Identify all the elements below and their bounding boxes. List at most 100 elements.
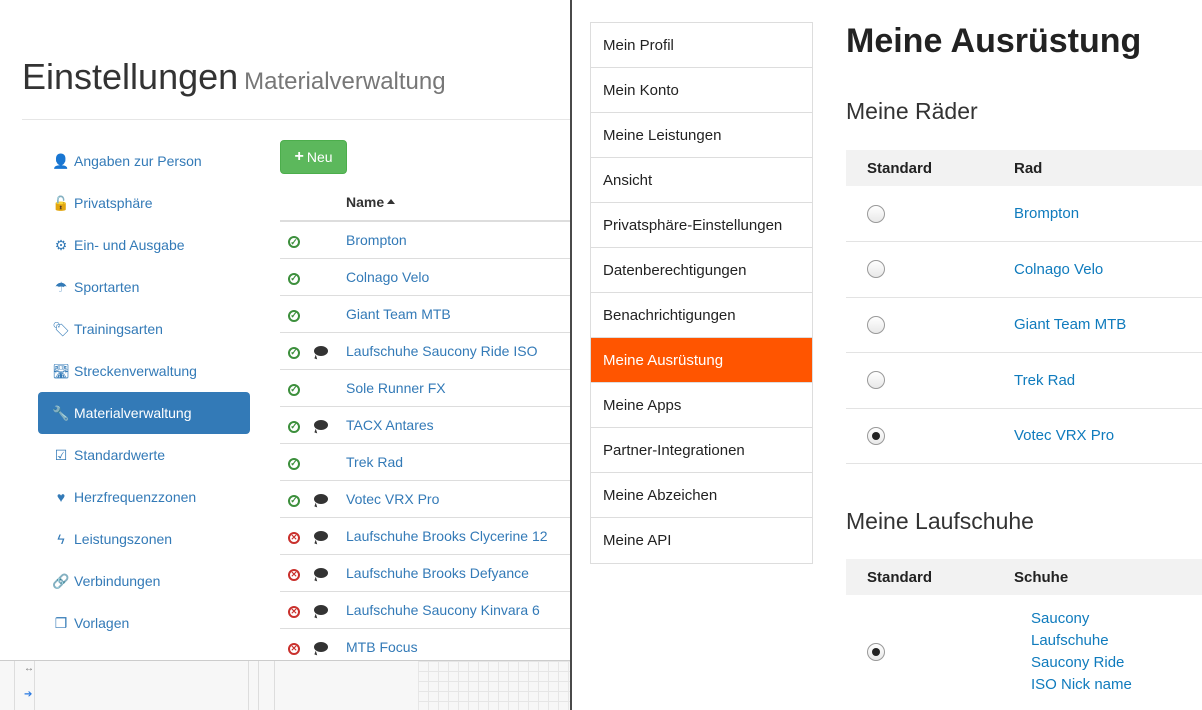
material-name-link[interactable]: TACX Antares (346, 405, 570, 443)
status-cell: ✓ (280, 479, 306, 517)
devtools-panel: ↔ ➔ (0, 660, 570, 710)
check-circle-icon: ✓ (288, 457, 300, 470)
devtools-column-divider (14, 661, 15, 710)
menu-item[interactable]: Datenberechtigungen (591, 248, 812, 293)
nav-item-label: Vorlagen (74, 615, 130, 631)
resize-arrow-icon[interactable]: ↔ (24, 663, 34, 674)
menu-item[interactable]: Privatsphäre-Einstellungen (591, 203, 812, 248)
default-bike-radio[interactable] (867, 426, 885, 445)
check-circle-icon: ✓ (288, 494, 300, 507)
table-row: ✓ TACX Antares (280, 405, 570, 443)
plus-icon: + (294, 148, 304, 165)
material-name-link[interactable]: Colnago Velo (346, 257, 570, 295)
account-settings-menu: Mein Profil Mein Konto Meine Leistungen Ans… (590, 22, 813, 564)
bike-name-link[interactable]: Votec VRX Pro (1014, 408, 1202, 464)
devtools-column-divider (34, 661, 35, 710)
bike-name-link[interactable]: Giant Team MTB (1014, 297, 1202, 353)
nav-item-gears[interactable]: ⚙ Ein- und Ausgabe (38, 224, 250, 266)
nav-item-tag[interactable]: 🏷 Trainingsarten (38, 308, 250, 350)
bikes-default-header: Standard (846, 150, 1014, 186)
wrench-icon: 🔧 (52, 404, 70, 421)
comment-icon (314, 493, 328, 504)
shoes-section-title: Meine Laufschuhe (846, 508, 1034, 534)
bike-name-link[interactable]: Brompton (1014, 186, 1202, 242)
name-column-header[interactable]: Name (346, 184, 570, 222)
table-header-row: Name (280, 184, 570, 222)
nav-item-parachute[interactable]: ☂ Sportarten (38, 266, 250, 308)
default-bike-radio[interactable] (867, 204, 885, 223)
default-bike-radio[interactable] (867, 260, 885, 279)
comment-cell (306, 331, 346, 369)
default-cell (846, 408, 1014, 464)
comment-cell (306, 516, 346, 554)
nav-item-label: Sportarten (74, 279, 140, 295)
bike-name-link[interactable]: Trek Rad (1014, 352, 1202, 409)
menu-item[interactable]: Meine Abzeichen (591, 473, 812, 518)
person-icon: 👤 (52, 152, 70, 169)
nav-item-flash[interactable]: ϟ Leistungszonen (38, 518, 250, 560)
devtools-grid (418, 661, 570, 710)
material-name-link[interactable]: Brompton (346, 220, 570, 258)
bikes-header-row: Standard Rad (846, 150, 1202, 186)
menu-item[interactable]: Meine Apps (591, 383, 812, 428)
menu-item[interactable]: Mein Konto (591, 68, 812, 113)
default-cell (846, 186, 1014, 242)
shoe-name-line: Laufschuhe (1031, 632, 1109, 650)
menu-item[interactable]: Meine Ausrüstung (591, 338, 812, 383)
check-circle-icon: ✓ (288, 346, 300, 359)
status-cell: ✓ (280, 405, 306, 443)
default-cell (846, 595, 1014, 710)
nav-item-person[interactable]: 👤 Angaben zur Person (38, 140, 250, 182)
nav-item-label: Angaben zur Person (74, 153, 202, 169)
default-cell (846, 352, 1014, 409)
default-bike-radio[interactable] (867, 371, 885, 390)
material-name-link[interactable]: Laufschuhe Saucony Kinvara 6 (346, 590, 570, 628)
gears-icon: ⚙ (54, 236, 68, 253)
window-divider[interactable] (570, 0, 572, 710)
material-name-link[interactable]: Trek Rad (346, 442, 570, 480)
menu-item[interactable]: Meine API (591, 518, 812, 563)
menu-item[interactable]: Partner-Integrationen (591, 428, 812, 473)
bike-name-link[interactable]: Colnago Velo (1014, 241, 1202, 298)
material-name-link[interactable]: Giant Team MTB (346, 294, 570, 332)
table-row: Trek Rad (846, 352, 1202, 409)
default-shoe-radio[interactable] (867, 643, 885, 662)
shoe-name-link[interactable]: Saucony Laufschuhe Saucony Ride ISO Nick na… (1014, 595, 1202, 710)
nav-item-heart[interactable]: ♥ Herzfrequenzzonen (38, 476, 250, 518)
comment-icon (314, 530, 328, 541)
table-row: ✓ Brompton (280, 220, 570, 258)
nav-item-unlock[interactable]: 🔓 Privatsphäre (38, 182, 250, 224)
default-cell (846, 241, 1014, 298)
main-title: Meine Ausrüstung (846, 22, 1142, 60)
status-cell: ✕ (280, 516, 306, 554)
menu-item[interactable]: Meine Leistungen (591, 113, 812, 158)
menu-item[interactable]: Ansicht (591, 158, 812, 203)
material-name-link[interactable]: Laufschuhe Brooks Clycerine 12 (346, 516, 570, 554)
new-material-button[interactable]: + Neu (280, 140, 347, 174)
status-cell: ✓ (280, 442, 306, 480)
check-circle-icon: ✓ (288, 272, 300, 285)
new-button-label: Neu (306, 149, 333, 165)
table-row: Colnago Velo (846, 241, 1202, 298)
nav-item-road[interactable]: 🛣 Streckenverwaltung (38, 350, 250, 392)
table-row: Giant Team MTB (846, 297, 1202, 353)
table-row: ✓ Trek Rad (280, 442, 570, 480)
nav-item-link[interactable]: 🔗 Verbindungen (38, 560, 250, 602)
sort-ascending-icon (387, 199, 396, 204)
material-name-link[interactable]: Sole Runner FX (346, 368, 570, 406)
x-circle-icon: ✕ (288, 643, 300, 656)
menu-item[interactable]: Mein Profil (591, 23, 812, 68)
default-bike-radio[interactable] (867, 315, 885, 334)
material-name-link[interactable]: Laufschuhe Saucony Ride ISO (346, 331, 570, 369)
material-name-link[interactable]: Laufschuhe Brooks Defyance (346, 553, 570, 591)
nav-item-copy[interactable]: ❐ Vorlagen (38, 602, 250, 644)
menu-item[interactable]: Benachrichtigungen (591, 293, 812, 338)
nav-item-wrench[interactable]: 🔧 Materialverwaltung (38, 392, 250, 434)
table-row: ✓ Giant Team MTB (280, 294, 570, 332)
nav-item-label: Verbindungen (74, 573, 161, 589)
nav-item-checkbox[interactable]: ☑ Standardwerte (38, 434, 250, 476)
flash-icon: ϟ (57, 531, 65, 547)
radio-dot (872, 648, 880, 657)
pointer-icon[interactable]: ➔ (24, 689, 32, 700)
material-name-link[interactable]: Votec VRX Pro (346, 479, 570, 517)
